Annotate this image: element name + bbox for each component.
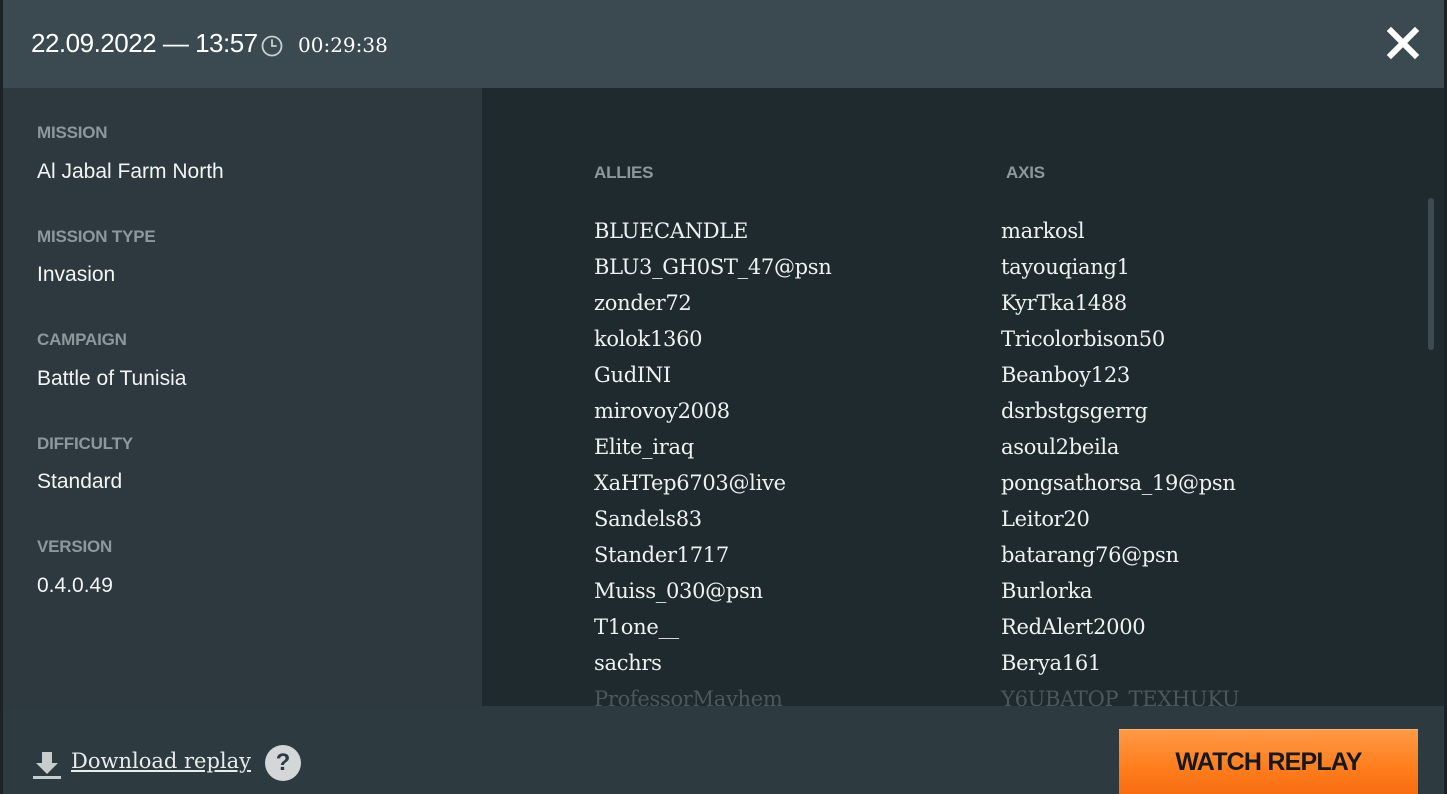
player-list-scrollbar[interactable] bbox=[1428, 198, 1434, 350]
allies-heading: ALLIES bbox=[594, 163, 654, 182]
watch-replay-button[interactable]: WATCH REPLAY bbox=[1119, 729, 1418, 794]
campaign-value: Battle of Tunisia bbox=[37, 367, 187, 390]
axis-heading: AXIS bbox=[1006, 163, 1045, 182]
axis-player-list: markosl tayouqiang1 KyrTka1488 Tricolorbiso… bbox=[1001, 216, 1240, 706]
player-name: Burlorka bbox=[1001, 579, 1093, 603]
player-name: Y6UBATOP_TEXHUKU bbox=[1001, 687, 1240, 706]
replay-details-modal: 22.09.2022 — 13:57 00:29:38 MISSION Al J… bbox=[3, 0, 1444, 794]
close-icon[interactable] bbox=[1381, 21, 1425, 65]
player-name: Sandels83 bbox=[594, 507, 702, 531]
player-name: BLUECANDLE bbox=[594, 219, 748, 243]
download-replay-link[interactable]: Download replay bbox=[71, 749, 251, 773]
version-label: VERSION bbox=[37, 537, 113, 556]
allies-player-list: BLUECANDLE BLU3_GH0ST_47@psn zonder72 kolok… bbox=[594, 216, 832, 706]
player-name: mirovoy2008 bbox=[594, 399, 730, 423]
player-name: XaHTep6703@live bbox=[594, 471, 786, 495]
player-name: KyrTka1488 bbox=[1001, 291, 1127, 315]
version-value: 0.4.0.49 bbox=[37, 574, 113, 597]
player-name: markosl bbox=[1001, 219, 1085, 243]
player-name: Beanboy123 bbox=[1001, 363, 1130, 387]
player-name: tayouqiang1 bbox=[1001, 255, 1130, 279]
campaign-label: CAMPAIGN bbox=[37, 330, 127, 349]
mission-type-label: MISSION TYPE bbox=[37, 227, 156, 246]
mission-info-panel: MISSION Al Jabal Farm North MISSION TYPE… bbox=[3, 88, 482, 706]
watch-replay-label: WATCH REPLAY bbox=[1175, 748, 1362, 776]
mission-type-value: Invasion bbox=[37, 263, 116, 286]
player-name: Leitor20 bbox=[1001, 507, 1090, 531]
modal-header: 22.09.2022 — 13:57 00:29:38 bbox=[3, 0, 1444, 88]
player-name: BLU3_GH0ST_47@psn bbox=[594, 255, 832, 279]
player-name: kolok1360 bbox=[594, 327, 703, 351]
clock-icon bbox=[261, 35, 283, 57]
player-name: Elite_iraq bbox=[594, 435, 694, 459]
player-name: Stander1717 bbox=[594, 543, 729, 567]
modal-footer: Download replay ? WATCH REPLAY bbox=[3, 706, 1444, 794]
player-name: RedAlert2000 bbox=[1001, 615, 1146, 639]
player-name: zonder72 bbox=[594, 291, 692, 315]
difficulty-label: DIFFICULTY bbox=[37, 434, 133, 453]
difficulty-value: Standard bbox=[37, 470, 123, 493]
player-name: asoul2beila bbox=[1001, 435, 1120, 459]
help-icon[interactable]: ? bbox=[265, 745, 301, 781]
player-name: batarang76@psn bbox=[1001, 543, 1179, 567]
player-name: pongsathorsa_19@psn bbox=[1001, 471, 1236, 495]
replay-duration: 00:29:38 bbox=[298, 33, 388, 57]
player-name: T1one__ bbox=[594, 615, 679, 639]
player-name: sachrs bbox=[594, 651, 662, 675]
player-name: Muiss_030@psn bbox=[594, 579, 763, 603]
mission-label: MISSION bbox=[37, 123, 108, 142]
player-name: dsrbstgsgerrg bbox=[1001, 399, 1148, 423]
teams-panel[interactable]: ALLIES AXIS BLUECANDLE BLU3_GH0ST_47@psnz… bbox=[482, 88, 1444, 706]
replay-date-time: 22.09.2022 — 13:57 bbox=[31, 28, 258, 58]
mission-value: Al Jabal Farm North bbox=[37, 160, 224, 183]
player-name: ProfessorMayhem bbox=[594, 687, 783, 706]
player-name: GudINI bbox=[594, 363, 671, 387]
player-name: Tricolorbison50 bbox=[1001, 327, 1165, 351]
download-icon[interactable] bbox=[32, 750, 62, 780]
player-name: Berya161 bbox=[1001, 651, 1101, 675]
